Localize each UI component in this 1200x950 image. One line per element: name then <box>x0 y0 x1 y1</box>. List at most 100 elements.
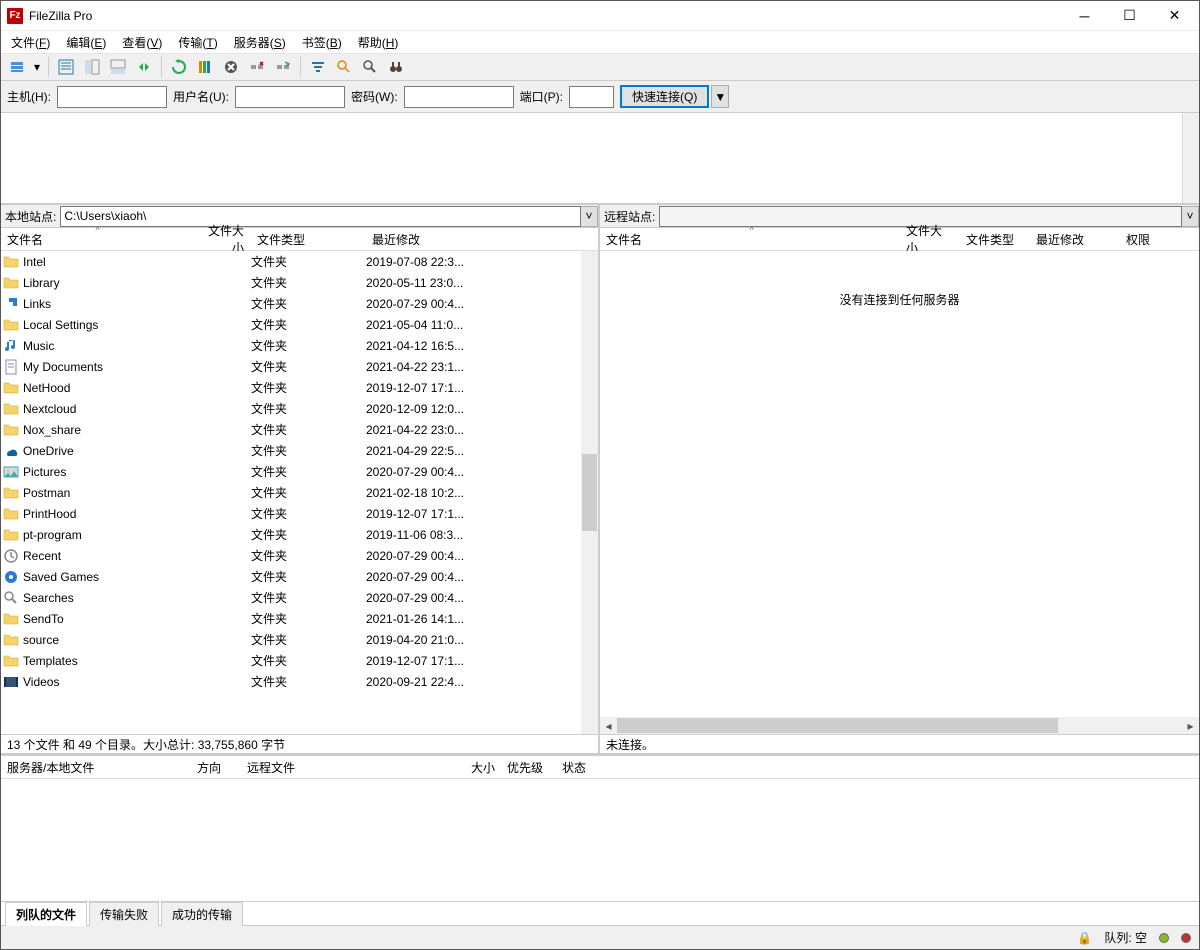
local-path-input[interactable] <box>60 206 581 227</box>
remote-col-type[interactable]: 文件类型 <box>960 228 1030 250</box>
file-row[interactable]: PrintHood文件夹2019-12-07 17:1... <box>1 503 598 524</box>
queue-col-priority[interactable]: 优先级 <box>501 759 556 776</box>
file-row[interactable]: Pictures文件夹2020-07-29 00:4... <box>1 461 598 482</box>
file-row[interactable]: Nox_share文件夹2021-04-22 23:0... <box>1 419 598 440</box>
file-type: 文件夹 <box>251 505 366 522</box>
scroll-left-icon[interactable]: ◂ <box>600 717 617 734</box>
queue-col-state[interactable]: 状态 <box>556 759 592 776</box>
password-input[interactable] <box>404 86 514 108</box>
file-row[interactable]: Links文件夹2020-07-29 00:4... <box>1 293 598 314</box>
file-modified: 2020-07-29 00:4... <box>366 591 598 605</box>
file-type: 文件夹 <box>251 337 366 354</box>
remote-hscrollbar[interactable]: ◂ ▸ <box>600 717 1199 734</box>
toggle-queue-button[interactable] <box>106 56 130 78</box>
file-name: Templates <box>23 654 191 668</box>
search-button[interactable] <box>358 56 382 78</box>
remote-col-name[interactable]: 文件名 <box>600 228 900 250</box>
file-modified: 2021-04-29 22:5... <box>366 444 598 458</box>
file-row[interactable]: SendTo文件夹2021-01-26 14:1... <box>1 608 598 629</box>
message-log[interactable] <box>1 113 1199 205</box>
close-button[interactable]: ✕ <box>1152 1 1197 31</box>
remote-col-perm[interactable]: 权限 <box>1120 228 1199 250</box>
log-scrollbar[interactable] <box>1182 113 1199 203</box>
file-row[interactable]: source文件夹2019-04-20 21:0... <box>1 629 598 650</box>
file-row[interactable]: Intel文件夹2019-07-08 22:3... <box>1 251 598 272</box>
quick-connect-dropdown[interactable]: ▼ <box>711 85 729 108</box>
minimize-button[interactable]: ─ <box>1062 1 1107 31</box>
site-manager-dropdown[interactable]: ▾ <box>31 56 43 78</box>
file-row[interactable]: NetHood文件夹2019-12-07 17:1... <box>1 377 598 398</box>
port-input[interactable] <box>569 86 614 108</box>
queue-tab[interactable]: 传输失败 <box>89 902 159 926</box>
file-row[interactable]: Videos文件夹2020-09-21 22:4... <box>1 671 598 692</box>
remote-path-dropdown[interactable]: ˅ <box>1182 206 1199 227</box>
cancel-button[interactable] <box>219 56 243 78</box>
file-type: 文件夹 <box>251 295 366 312</box>
sync-browse-button[interactable] <box>132 56 156 78</box>
file-row[interactable]: Recent文件夹2020-07-29 00:4... <box>1 545 598 566</box>
games-icon <box>3 569 19 585</box>
local-file-list[interactable]: Intel文件夹2019-07-08 22:3...Library文件夹2020… <box>1 251 598 734</box>
quick-connect-button[interactable]: 快速连接(Q) <box>620 85 709 108</box>
quick-connect-bar: 主机(H): 用户名(U): 密码(W): 端口(P): 快速连接(Q) ▼ <box>1 81 1199 113</box>
local-scrollbar[interactable] <box>581 251 598 734</box>
compare-button[interactable] <box>332 56 356 78</box>
menu-item[interactable]: 查看(V) <box>114 32 170 53</box>
file-modified: 2019-12-07 17:1... <box>366 654 598 668</box>
file-row[interactable]: Templates文件夹2019-12-07 17:1... <box>1 650 598 671</box>
host-input[interactable] <box>57 86 167 108</box>
site-manager-button[interactable] <box>5 56 29 78</box>
file-modified: 2019-07-08 22:3... <box>366 255 598 269</box>
process-queue-button[interactable] <box>193 56 217 78</box>
queue-col-direction[interactable]: 方向 <box>191 759 241 776</box>
local-col-modified[interactable]: 最近修改 <box>366 228 598 250</box>
queue-tab[interactable]: 成功的传输 <box>161 902 243 926</box>
file-type: 文件夹 <box>251 274 366 291</box>
pictures-icon <box>3 464 19 480</box>
remote-col-size[interactable]: 文件大小 <box>900 228 960 250</box>
menu-item[interactable]: 传输(T) <box>170 32 225 53</box>
file-type: 文件夹 <box>251 673 366 690</box>
file-row[interactable]: Saved Games文件夹2020-07-29 00:4... <box>1 566 598 587</box>
queue-tab[interactable]: 列队的文件 <box>5 902 87 926</box>
file-row[interactable]: Library文件夹2020-05-11 23:0... <box>1 272 598 293</box>
local-col-type[interactable]: 文件类型 <box>251 228 366 250</box>
file-row[interactable]: Local Settings文件夹2021-05-04 11:0... <box>1 314 598 335</box>
folder-icon <box>3 401 19 417</box>
maximize-button[interactable]: ☐ <box>1107 1 1152 31</box>
refresh-button[interactable] <box>167 56 191 78</box>
file-row[interactable]: Music文件夹2021-04-12 16:5... <box>1 335 598 356</box>
binoculars-button[interactable] <box>384 56 408 78</box>
file-row[interactable]: Postman文件夹2021-02-18 10:2... <box>1 482 598 503</box>
disconnect-button[interactable] <box>245 56 269 78</box>
file-row[interactable]: pt-program文件夹2019-11-06 08:3... <box>1 524 598 545</box>
filter-button[interactable] <box>306 56 330 78</box>
file-row[interactable]: Nextcloud文件夹2020-12-09 12:0... <box>1 398 598 419</box>
local-path-dropdown[interactable]: ˅ <box>581 206 598 227</box>
toggle-tree-button[interactable] <box>80 56 104 78</box>
menu-item[interactable]: 服务器(S) <box>226 32 294 53</box>
file-row[interactable]: OneDrive文件夹2021-04-29 22:5... <box>1 440 598 461</box>
file-modified: 2019-11-06 08:3... <box>366 528 598 542</box>
queue-col-server[interactable]: 服务器/本地文件 <box>1 759 191 776</box>
menu-item[interactable]: 文件(F) <box>3 32 58 53</box>
toggle-log-button[interactable] <box>54 56 78 78</box>
menu-item[interactable]: 书签(B) <box>294 32 350 53</box>
scroll-right-icon[interactable]: ▸ <box>1182 717 1199 734</box>
username-input[interactable] <box>235 86 345 108</box>
menu-item[interactable]: 编辑(E) <box>58 32 114 53</box>
reconnect-button[interactable] <box>271 56 295 78</box>
folder-icon <box>3 653 19 669</box>
queue-body[interactable] <box>1 779 1199 901</box>
file-row[interactable]: My Documents文件夹2021-04-22 23:1... <box>1 356 598 377</box>
file-row[interactable]: Searches文件夹2020-07-29 00:4... <box>1 587 598 608</box>
remote-file-list[interactable]: 没有连接到任何服务器 <box>600 251 1199 717</box>
password-label: 密码(W): <box>351 88 398 105</box>
local-col-name[interactable]: 文件名 <box>1 228 191 250</box>
led-recv-icon <box>1181 933 1191 943</box>
menu-item[interactable]: 帮助(H) <box>350 32 407 53</box>
local-col-size[interactable]: 文件大小 <box>191 228 251 250</box>
queue-col-size[interactable]: 大小 <box>461 759 501 776</box>
remote-col-modified[interactable]: 最近修改 <box>1030 228 1120 250</box>
queue-col-remote[interactable]: 远程文件 <box>241 759 461 776</box>
